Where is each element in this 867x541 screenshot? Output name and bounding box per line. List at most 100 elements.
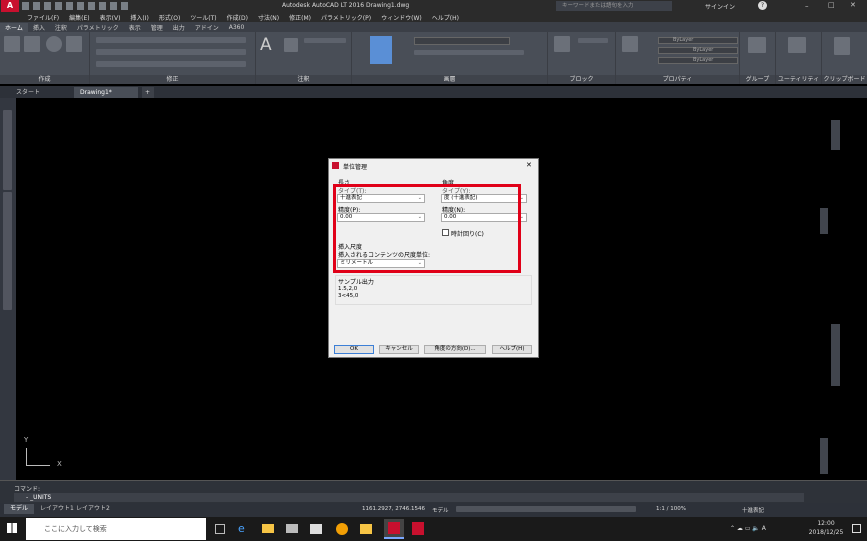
palette-tab-top[interactable] bbox=[831, 120, 840, 150]
dimension-icon[interactable] bbox=[284, 38, 298, 52]
match-properties-icon[interactable] bbox=[622, 36, 638, 52]
app-logo-icon[interactable]: A bbox=[1, 0, 19, 12]
tab-addins[interactable]: アドイン bbox=[190, 23, 224, 32]
signin-button[interactable]: サインイン bbox=[705, 2, 735, 11]
tab-insert[interactable]: 挿入 bbox=[28, 23, 50, 32]
layer-dropdown[interactable] bbox=[414, 37, 510, 45]
panel-label-modify[interactable]: 修正 bbox=[90, 75, 255, 84]
line-icon[interactable] bbox=[4, 36, 20, 52]
ok-button[interactable]: OK bbox=[334, 345, 374, 354]
menu-modify[interactable]: 修正(M) bbox=[284, 13, 316, 22]
menu-dimension[interactable]: 寸法(N) bbox=[253, 13, 284, 22]
minimize-button[interactable]: – bbox=[805, 2, 809, 10]
menu-tools[interactable]: ツール(T) bbox=[185, 13, 221, 22]
system-tray[interactable]: ⌃ ☁ ▭ 🔈 A bbox=[730, 525, 766, 532]
group-icon[interactable] bbox=[748, 37, 766, 53]
help-icon[interactable]: ? bbox=[758, 1, 767, 10]
store-icon[interactable] bbox=[310, 524, 322, 534]
annotation-scale[interactable]: 1:1 / 100% bbox=[656, 506, 686, 512]
panel-label-properties[interactable]: プロパティ bbox=[616, 75, 739, 84]
lineweight-dropdown[interactable]: ByLayer bbox=[658, 47, 738, 54]
menu-parametric[interactable]: パラメトリック(P) bbox=[316, 13, 376, 22]
tab-drawing1[interactable]: Drawing1* bbox=[74, 87, 138, 98]
tab-parametric[interactable]: パラメトリック bbox=[72, 23, 124, 32]
circle-icon[interactable] bbox=[46, 36, 62, 52]
menu-view[interactable]: 表示(V) bbox=[95, 13, 126, 22]
taskbar-search[interactable]: ここに入力して検索 bbox=[26, 518, 206, 540]
polyline-icon[interactable] bbox=[24, 36, 40, 52]
panel-label-annotation[interactable]: 注釈 bbox=[256, 75, 351, 84]
search-input[interactable]: キーワードまたは語句を入力 bbox=[556, 1, 672, 11]
new-tab-button[interactable]: + bbox=[142, 87, 154, 98]
close-button[interactable]: ✕ bbox=[850, 1, 856, 9]
insert-block-icon[interactable] bbox=[554, 36, 570, 52]
panel-label-clipboard[interactable]: クリップボード bbox=[822, 75, 867, 84]
notification-icon[interactable] bbox=[852, 524, 861, 533]
block-tools[interactable] bbox=[578, 38, 608, 43]
folder-icon[interactable] bbox=[360, 524, 372, 534]
task-view-icon[interactable] bbox=[215, 524, 225, 534]
dialog-close-button[interactable]: ✕ bbox=[526, 161, 532, 169]
measure-icon[interactable] bbox=[788, 37, 806, 53]
menu-insert[interactable]: 挿入(I) bbox=[125, 13, 153, 22]
modify-tools-row3[interactable] bbox=[96, 61, 246, 67]
panel-label-layers[interactable]: 画層 bbox=[352, 75, 547, 84]
panel-label-draw[interactable]: 作成 bbox=[0, 75, 89, 84]
tab-annotate[interactable]: 注釈 bbox=[50, 23, 72, 32]
linetype-dropdown[interactable]: ByLayer bbox=[658, 57, 738, 64]
palette-tools-top[interactable] bbox=[3, 110, 12, 190]
drafting-toggles[interactable] bbox=[456, 506, 636, 512]
menu-file[interactable]: ファイル(F) bbox=[22, 13, 64, 22]
layer-tools[interactable] bbox=[414, 50, 524, 55]
mail-icon[interactable] bbox=[286, 524, 298, 533]
explorer-icon[interactable] bbox=[262, 524, 274, 533]
menu-window[interactable]: ウィンドウ(W) bbox=[376, 13, 427, 22]
layout-tab-model[interactable]: モデル bbox=[4, 504, 35, 514]
windows-start-icon[interactable] bbox=[7, 523, 17, 533]
clock-date[interactable]: 2018/12/25 bbox=[806, 529, 846, 536]
menu-edit[interactable]: 編集(E) bbox=[64, 13, 94, 22]
menu-help[interactable]: ヘルプ(H) bbox=[427, 13, 464, 22]
layout-tab-2[interactable]: レイアウト2 bbox=[70, 504, 116, 514]
clock-time[interactable]: 12:00 bbox=[806, 520, 846, 527]
quick-access-toolbar[interactable] bbox=[22, 2, 132, 10]
edge-icon[interactable]: e bbox=[238, 522, 245, 535]
autocad-lt-task-button[interactable] bbox=[412, 522, 424, 535]
menu-draw[interactable]: 作成(D) bbox=[222, 13, 253, 22]
command-input[interactable]: - _UNITS bbox=[14, 493, 804, 502]
annotation-tools[interactable] bbox=[304, 38, 346, 43]
help-button[interactable]: ヘルプ(H) bbox=[492, 345, 532, 354]
units-display[interactable]: 十進表記 bbox=[742, 506, 764, 514]
layer-properties-icon[interactable] bbox=[370, 36, 392, 64]
modify-tools-row1[interactable] bbox=[96, 37, 246, 43]
media-player-icon[interactable] bbox=[336, 523, 348, 535]
dialog-title: 単位管理 bbox=[343, 164, 368, 171]
cancel-button[interactable]: キャンセル bbox=[379, 345, 419, 354]
color-dropdown[interactable]: ByLayer bbox=[658, 37, 738, 44]
ribbon: 作成 修正 A 注釈 画層 ブロック ByLayer ByLayer ByLay… bbox=[0, 32, 867, 84]
modify-tools-row2[interactable] bbox=[96, 49, 246, 55]
arc-icon[interactable] bbox=[66, 36, 82, 52]
tab-home[interactable]: ホーム bbox=[0, 22, 28, 32]
model-space-toggle[interactable]: モデル bbox=[432, 506, 449, 514]
tab-view[interactable]: 表示 bbox=[124, 23, 146, 32]
tab-manage[interactable]: 管理 bbox=[146, 23, 168, 32]
text-icon[interactable]: A bbox=[260, 35, 272, 55]
palette-tab-bottom[interactable] bbox=[820, 438, 828, 474]
palette-tools-bottom[interactable] bbox=[3, 192, 12, 310]
menu-format[interactable]: 形式(O) bbox=[154, 13, 185, 22]
tab-a360[interactable]: A360 bbox=[224, 24, 250, 31]
palette-tab-mid[interactable] bbox=[820, 208, 828, 234]
tab-output[interactable]: 出力 bbox=[168, 23, 190, 32]
panel-label-block[interactable]: ブロック bbox=[548, 75, 615, 84]
paste-icon[interactable] bbox=[834, 37, 850, 55]
angle-direction-button[interactable]: 角度の方向(D)... bbox=[424, 345, 486, 354]
autocad-task-button[interactable] bbox=[384, 519, 404, 539]
document-tabs: スタート Drawing1* + bbox=[0, 86, 867, 98]
tab-start[interactable]: スタート bbox=[10, 87, 72, 98]
panel-label-utilities[interactable]: ユーティリティ bbox=[776, 75, 821, 84]
maximize-button[interactable]: □ bbox=[828, 1, 835, 9]
command-window: コマンド: - _UNITS bbox=[0, 480, 867, 503]
palette-tab-properties[interactable] bbox=[831, 324, 840, 386]
panel-label-groups[interactable]: グループ bbox=[740, 75, 775, 84]
